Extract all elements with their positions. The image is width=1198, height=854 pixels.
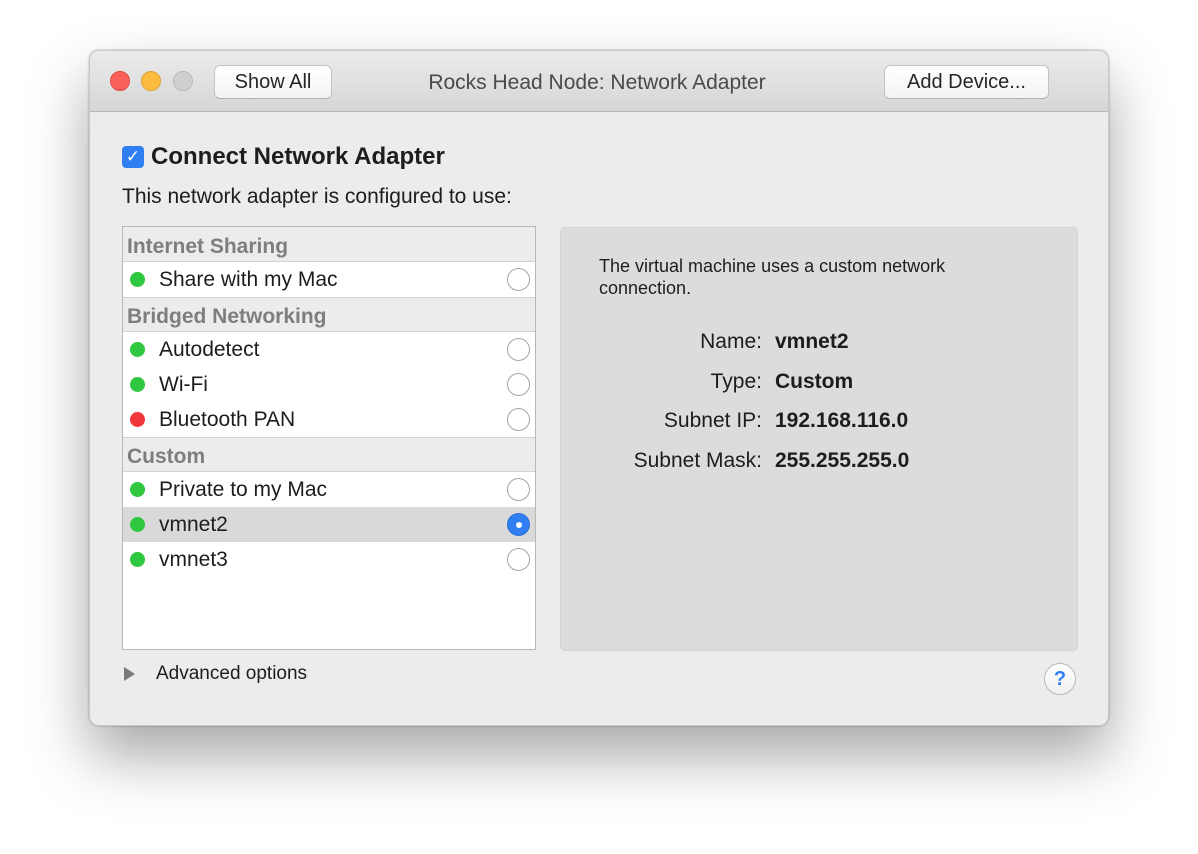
radio-button[interactable] [507,268,530,291]
advanced-options-disclosure[interactable]: Advanced options [124,663,307,685]
status-dot-icon [130,377,145,392]
list-item-bluetooth-pan[interactable]: Bluetooth PAN [123,402,535,437]
radio-button[interactable] [507,408,530,431]
list-item-vmnet3[interactable]: vmnet3 [123,542,535,577]
radio-button[interactable] [507,548,530,571]
list-item-label: Bluetooth PAN [159,407,296,431]
list-item-share-with-my-mac[interactable]: Share with my Mac [123,262,535,297]
title-bar: Show All Rocks Head Node: Network Adapte… [90,51,1108,112]
info-subnet-mask-value: 255.255.255.0 [775,449,910,472]
connect-network-adapter-row[interactable]: ✓ Connect Network Adapter [122,143,445,171]
show-all-button[interactable]: Show All [214,65,332,99]
network-adapter-window: Show All Rocks Head Node: Network Adapte… [89,50,1109,726]
list-item-private-to-my-mac[interactable]: Private to my Mac [123,472,535,507]
group-header-bridged-networking: Bridged Networking [123,297,535,332]
info-type-row: Type: Custom [561,370,1077,396]
list-item-label: vmnet3 [159,547,228,571]
info-type-key: Type: [710,370,762,393]
status-dot-icon [130,272,145,287]
info-name-row: Name: vmnet2 [561,330,1077,356]
status-dot-icon [130,482,145,497]
info-subnet-ip-value: 192.168.116.0 [775,409,909,432]
advanced-options-label: Advanced options [156,663,308,684]
minimize-button[interactable] [141,71,161,91]
info-description: The virtual machine uses a custom networ… [599,256,946,298]
status-dot-icon [130,342,145,357]
help-button[interactable]: ? [1044,663,1076,695]
status-dot-icon [130,552,145,567]
info-subnet-ip-key: Subnet IP: [663,409,762,432]
connect-label: Connect Network Adapter [151,143,445,170]
info-type-value: Custom [775,370,854,393]
config-label: This network adapter is configured to us… [122,185,512,208]
info-name-value: vmnet2 [775,330,849,353]
close-button[interactable] [110,71,130,91]
group-header-internet-sharing: Internet Sharing [123,227,535,262]
list-item-vmnet2[interactable]: vmnet2 [123,507,535,542]
radio-button[interactable] [507,513,530,536]
connect-checkbox[interactable]: ✓ [122,146,144,168]
info-subnet-mask-row: Subnet Mask: 255.255.255.0 [561,449,1077,475]
radio-button[interactable] [507,338,530,361]
add-device-button[interactable]: Add Device... [884,65,1049,99]
disclosure-triangle-icon[interactable] [124,667,135,681]
status-dot-icon [130,517,145,532]
list-item-label: Private to my Mac [159,477,328,501]
network-list: Internet Sharing Share with my Mac Bridg… [122,226,536,650]
radio-button[interactable] [507,478,530,501]
info-subnet-mask-key: Subnet Mask: [633,449,762,472]
list-item-label: Wi-Fi [159,372,208,396]
list-item-label: Share with my Mac [159,267,338,291]
status-dot-icon [130,412,145,427]
network-info-panel: The virtual machine uses a custom networ… [560,227,1078,651]
info-name-key: Name: [700,330,762,353]
list-item-wi-fi[interactable]: Wi-Fi [123,367,535,402]
info-subnet-ip-row: Subnet IP: 192.168.116.0 [561,409,1077,435]
group-header-custom: Custom [123,437,535,472]
list-item-label: vmnet2 [159,512,228,536]
window-title: Rocks Head Node: Network Adapter [428,71,766,94]
zoom-button[interactable] [173,71,193,91]
radio-button[interactable] [507,373,530,396]
list-item-label: Autodetect [159,337,260,361]
list-item-autodetect[interactable]: Autodetect [123,332,535,367]
